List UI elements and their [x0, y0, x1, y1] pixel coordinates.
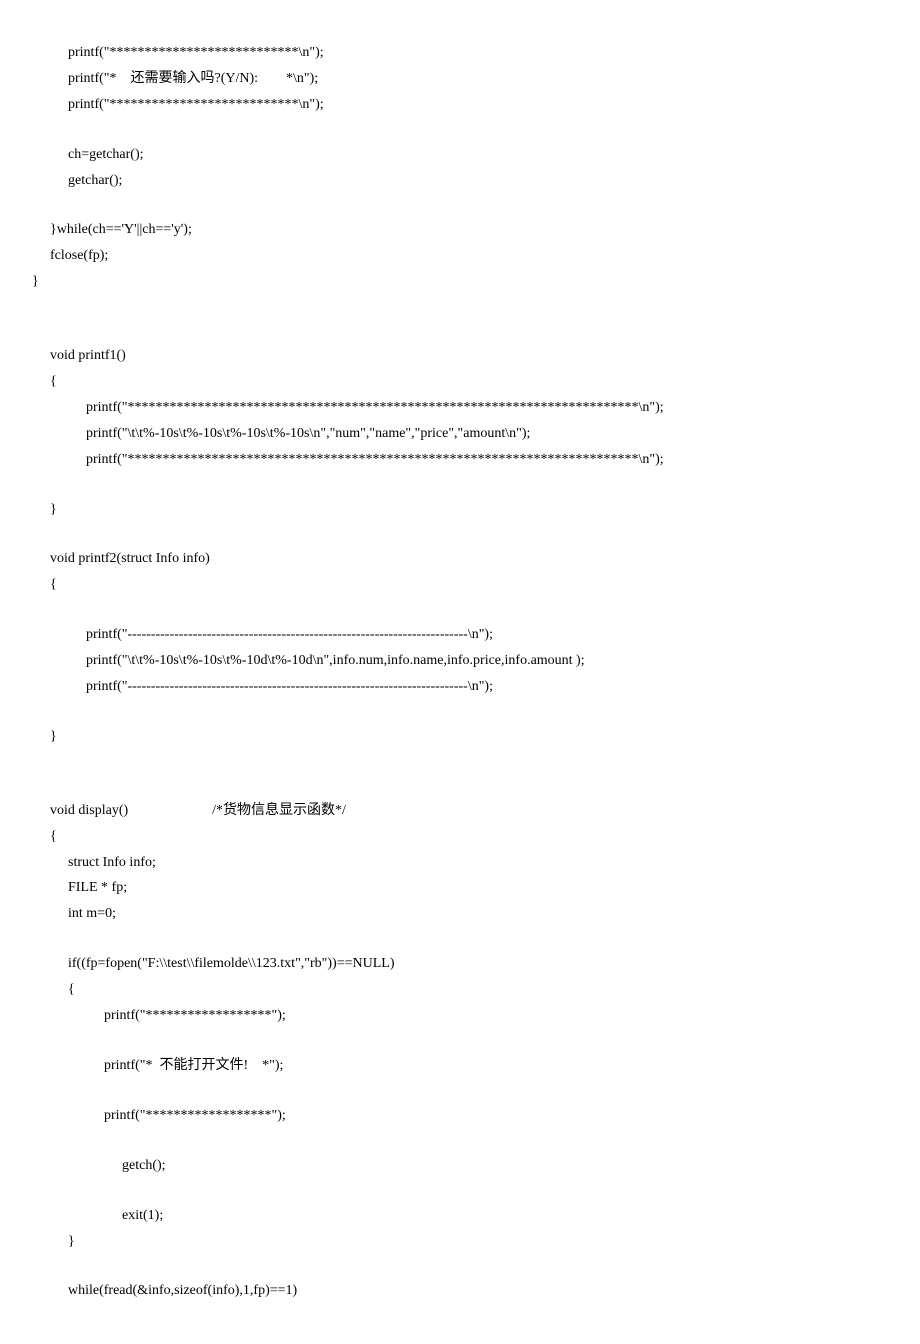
code-line: getch(); — [50, 1153, 870, 1179]
code-line: { — [50, 572, 870, 598]
code-line: while(fread(&info,sizeof(info),1,fp)==1) — [50, 1278, 870, 1304]
blank-line — [50, 522, 870, 546]
blank-line — [50, 295, 870, 319]
code-line: } — [50, 1229, 870, 1255]
blank-line — [50, 750, 870, 774]
code-line: printf("* 不能打开文件! *"); — [50, 1053, 870, 1079]
code-line: printf("******************"); — [50, 1103, 870, 1129]
code-document: printf("***************************\n");… — [50, 40, 870, 1304]
code-line: printf("***************************\n"); — [50, 40, 870, 66]
code-line: void printf1() — [50, 343, 870, 369]
code-line: ch=getchar(); — [50, 142, 870, 168]
code-line: FILE * fp; — [50, 875, 870, 901]
code-line: { — [50, 369, 870, 395]
code-line: getchar(); — [50, 168, 870, 194]
code-line: if((fp=fopen("F:\\test\\filemolde\\123.t… — [50, 951, 870, 977]
code-line: } — [50, 497, 870, 523]
code-line: printf("\t\t%-10s\t%-10s\t%-10d\t%-10d\n… — [50, 648, 870, 674]
code-line: void printf2(struct Info info) — [50, 546, 870, 572]
code-line: { — [50, 977, 870, 1003]
code-line: } — [32, 269, 870, 295]
blank-line — [50, 1179, 870, 1203]
code-line: fclose(fp); — [50, 243, 870, 269]
code-line: }while(ch=='Y'||ch=='y'); — [50, 217, 870, 243]
blank-line — [50, 927, 870, 951]
code-line: printf("--------------------------------… — [50, 674, 870, 700]
code-line: exit(1); — [50, 1203, 870, 1229]
code-line: int m=0; — [50, 901, 870, 927]
blank-line — [50, 193, 870, 217]
blank-line — [50, 1079, 870, 1103]
blank-line — [50, 118, 870, 142]
code-line: } — [50, 724, 870, 750]
blank-line — [50, 774, 870, 798]
code-line: void display() /*货物信息显示函数*/ — [50, 798, 870, 824]
code-line: { — [50, 824, 870, 850]
blank-line — [50, 1029, 870, 1053]
code-line: printf("* 还需要输入吗?(Y/N): *\n"); — [50, 66, 870, 92]
code-line: printf("***************************\n"); — [50, 92, 870, 118]
code-line: printf("--------------------------------… — [50, 622, 870, 648]
blank-line — [50, 319, 870, 343]
blank-line — [50, 700, 870, 724]
code-line: struct Info info; — [50, 850, 870, 876]
code-line: printf("********************************… — [50, 395, 870, 421]
blank-line — [50, 1129, 870, 1153]
code-line: printf("******************"); — [50, 1003, 870, 1029]
code-line: printf("\t\t%-10s\t%-10s\t%-10s\t%-10s\n… — [50, 421, 870, 447]
blank-line — [50, 1254, 870, 1278]
blank-line — [50, 473, 870, 497]
blank-line — [50, 598, 870, 622]
code-line: printf("********************************… — [50, 447, 870, 473]
